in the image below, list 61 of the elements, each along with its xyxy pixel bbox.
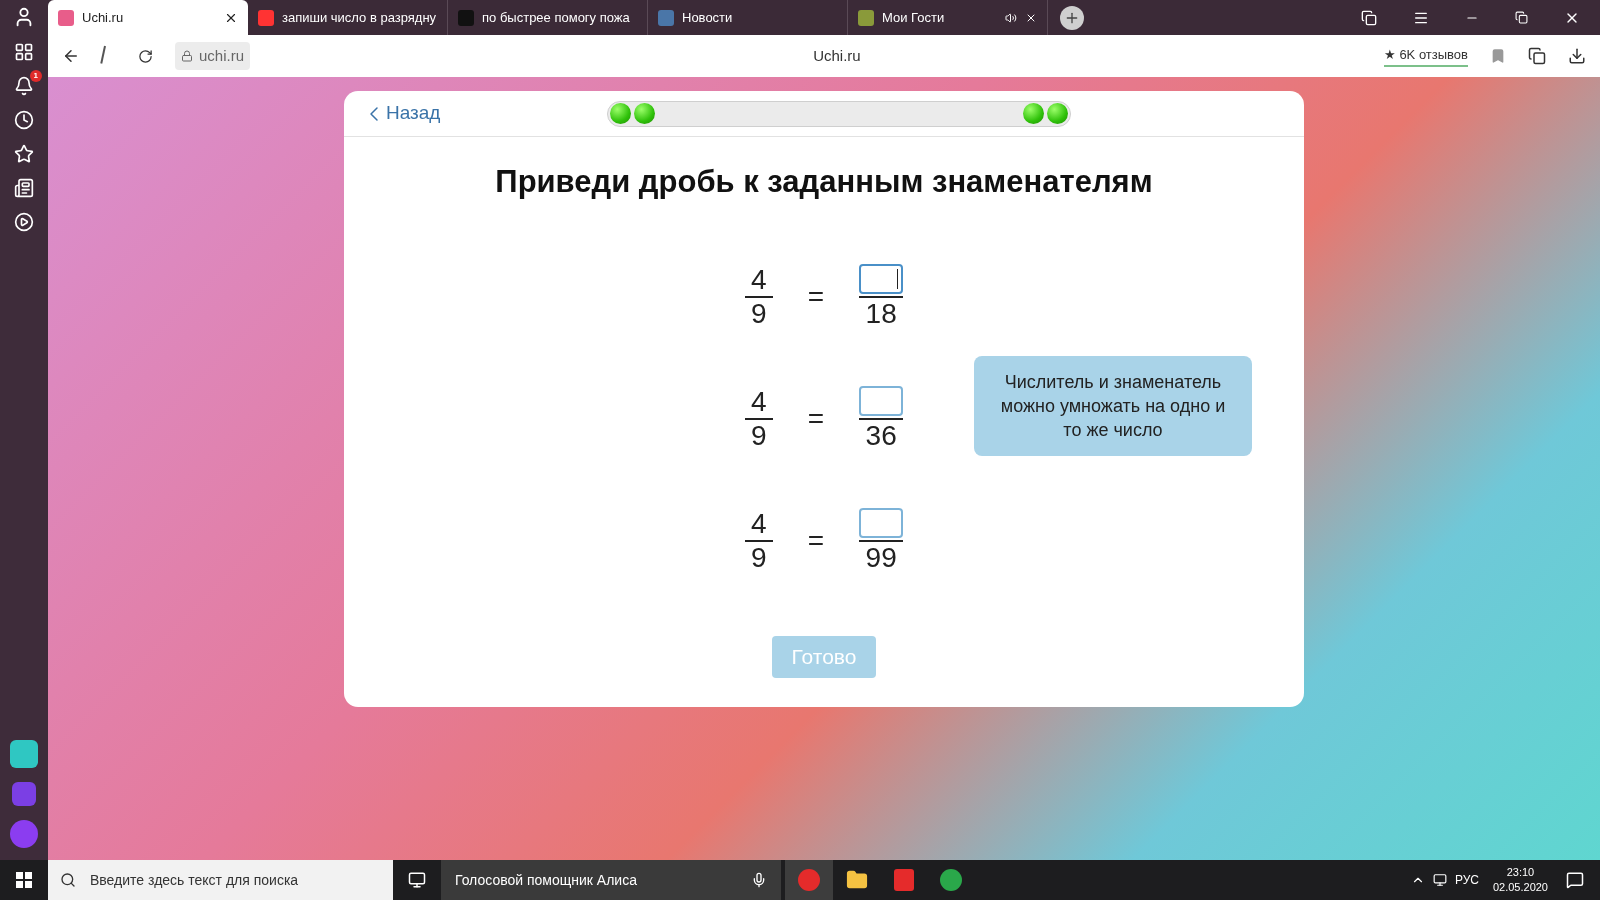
numerator: 4: [751, 385, 767, 418]
language-indicator[interactable]: РУС: [1454, 871, 1479, 889]
denominator: 36: [865, 419, 897, 452]
assistant-field[interactable]: Голосовой помощник Алиса: [441, 860, 781, 900]
restore-icon[interactable]: [1515, 11, 1528, 24]
tabs-icon[interactable]: [1361, 9, 1377, 26]
reviews-link[interactable]: ★ 6K отзывов: [1383, 45, 1468, 67]
assistant-label: Голосовой помощник Алиса: [455, 870, 637, 890]
download-icon[interactable]: [1568, 47, 1586, 65]
url-text: uchi.ru: [199, 45, 245, 66]
search-placeholder: Введите здесь текст для поиска: [90, 870, 299, 890]
numerator: 4: [751, 263, 767, 296]
numerator: 4: [751, 507, 767, 540]
back-link[interactable]: Назад: [362, 99, 607, 128]
back-icon[interactable]: [62, 47, 80, 65]
notification-badge: 1: [29, 70, 42, 82]
reload-icon[interactable]: [138, 48, 153, 64]
equals-sign: =: [807, 523, 825, 558]
task-view-icon[interactable]: [408, 871, 426, 889]
denominator: 9: [751, 297, 767, 330]
clock-date: 02.05.2020: [1492, 880, 1548, 895]
denominator: 99: [865, 541, 897, 574]
sound-icon[interactable]: [1005, 11, 1017, 24]
tab-title: запиши число в разрядну: [282, 8, 437, 27]
network-icon[interactable]: [1432, 873, 1447, 887]
url-field[interactable]: uchi.ru: [175, 41, 251, 71]
browser-tab[interactable]: Uchi.ru: [48, 0, 248, 35]
tab-favicon-icon: [658, 9, 674, 26]
taskbar-search-field[interactable]: Введите здесь текст для поиска: [48, 860, 393, 900]
notification-icon[interactable]: [14, 76, 34, 96]
clock-time: 23:10: [1506, 865, 1535, 880]
equals-sign: =: [807, 279, 825, 314]
tab-favicon-icon: [858, 9, 874, 26]
bookmark-icon[interactable]: [1490, 48, 1506, 64]
search-icon: [60, 872, 76, 888]
denominator: 9: [751, 541, 767, 574]
denominator: 9: [751, 419, 767, 452]
equals-sign: =: [807, 401, 825, 436]
collections-icon[interactable]: [14, 178, 34, 198]
notifications-icon[interactable]: [1566, 871, 1584, 889]
tab-favicon-icon: [458, 9, 474, 26]
tab-title: Новости: [682, 8, 734, 27]
grid-icon[interactable]: [14, 42, 34, 62]
microphone-icon: [751, 872, 767, 888]
tab-title: по быстрее помогу пожа: [482, 8, 631, 27]
tab-favicon-icon: [258, 9, 274, 26]
video-icon[interactable]: [14, 212, 34, 232]
new-tab-button[interactable]: [1060, 5, 1084, 30]
task-title: Приведи дробь к заданным знаменателям: [494, 163, 1154, 201]
folder-icon[interactable]: [846, 869, 868, 891]
history-icon[interactable]: [14, 110, 34, 130]
browser-app-icon[interactable]: [785, 860, 833, 900]
answer-box[interactable]: [859, 263, 904, 294]
lock-icon: [181, 50, 193, 62]
hint-box: Числитель и знаменатель можно умножать на одно и то же число: [974, 355, 1252, 456]
tab-favicon-icon: [58, 9, 74, 26]
star-icon[interactable]: [14, 144, 34, 164]
denominator: 18: [865, 297, 897, 330]
page-title: Uchi.ru: [812, 45, 862, 66]
tab-title: Uchi.ru: [82, 8, 125, 27]
tab-title: Мои Гости: [882, 8, 946, 27]
